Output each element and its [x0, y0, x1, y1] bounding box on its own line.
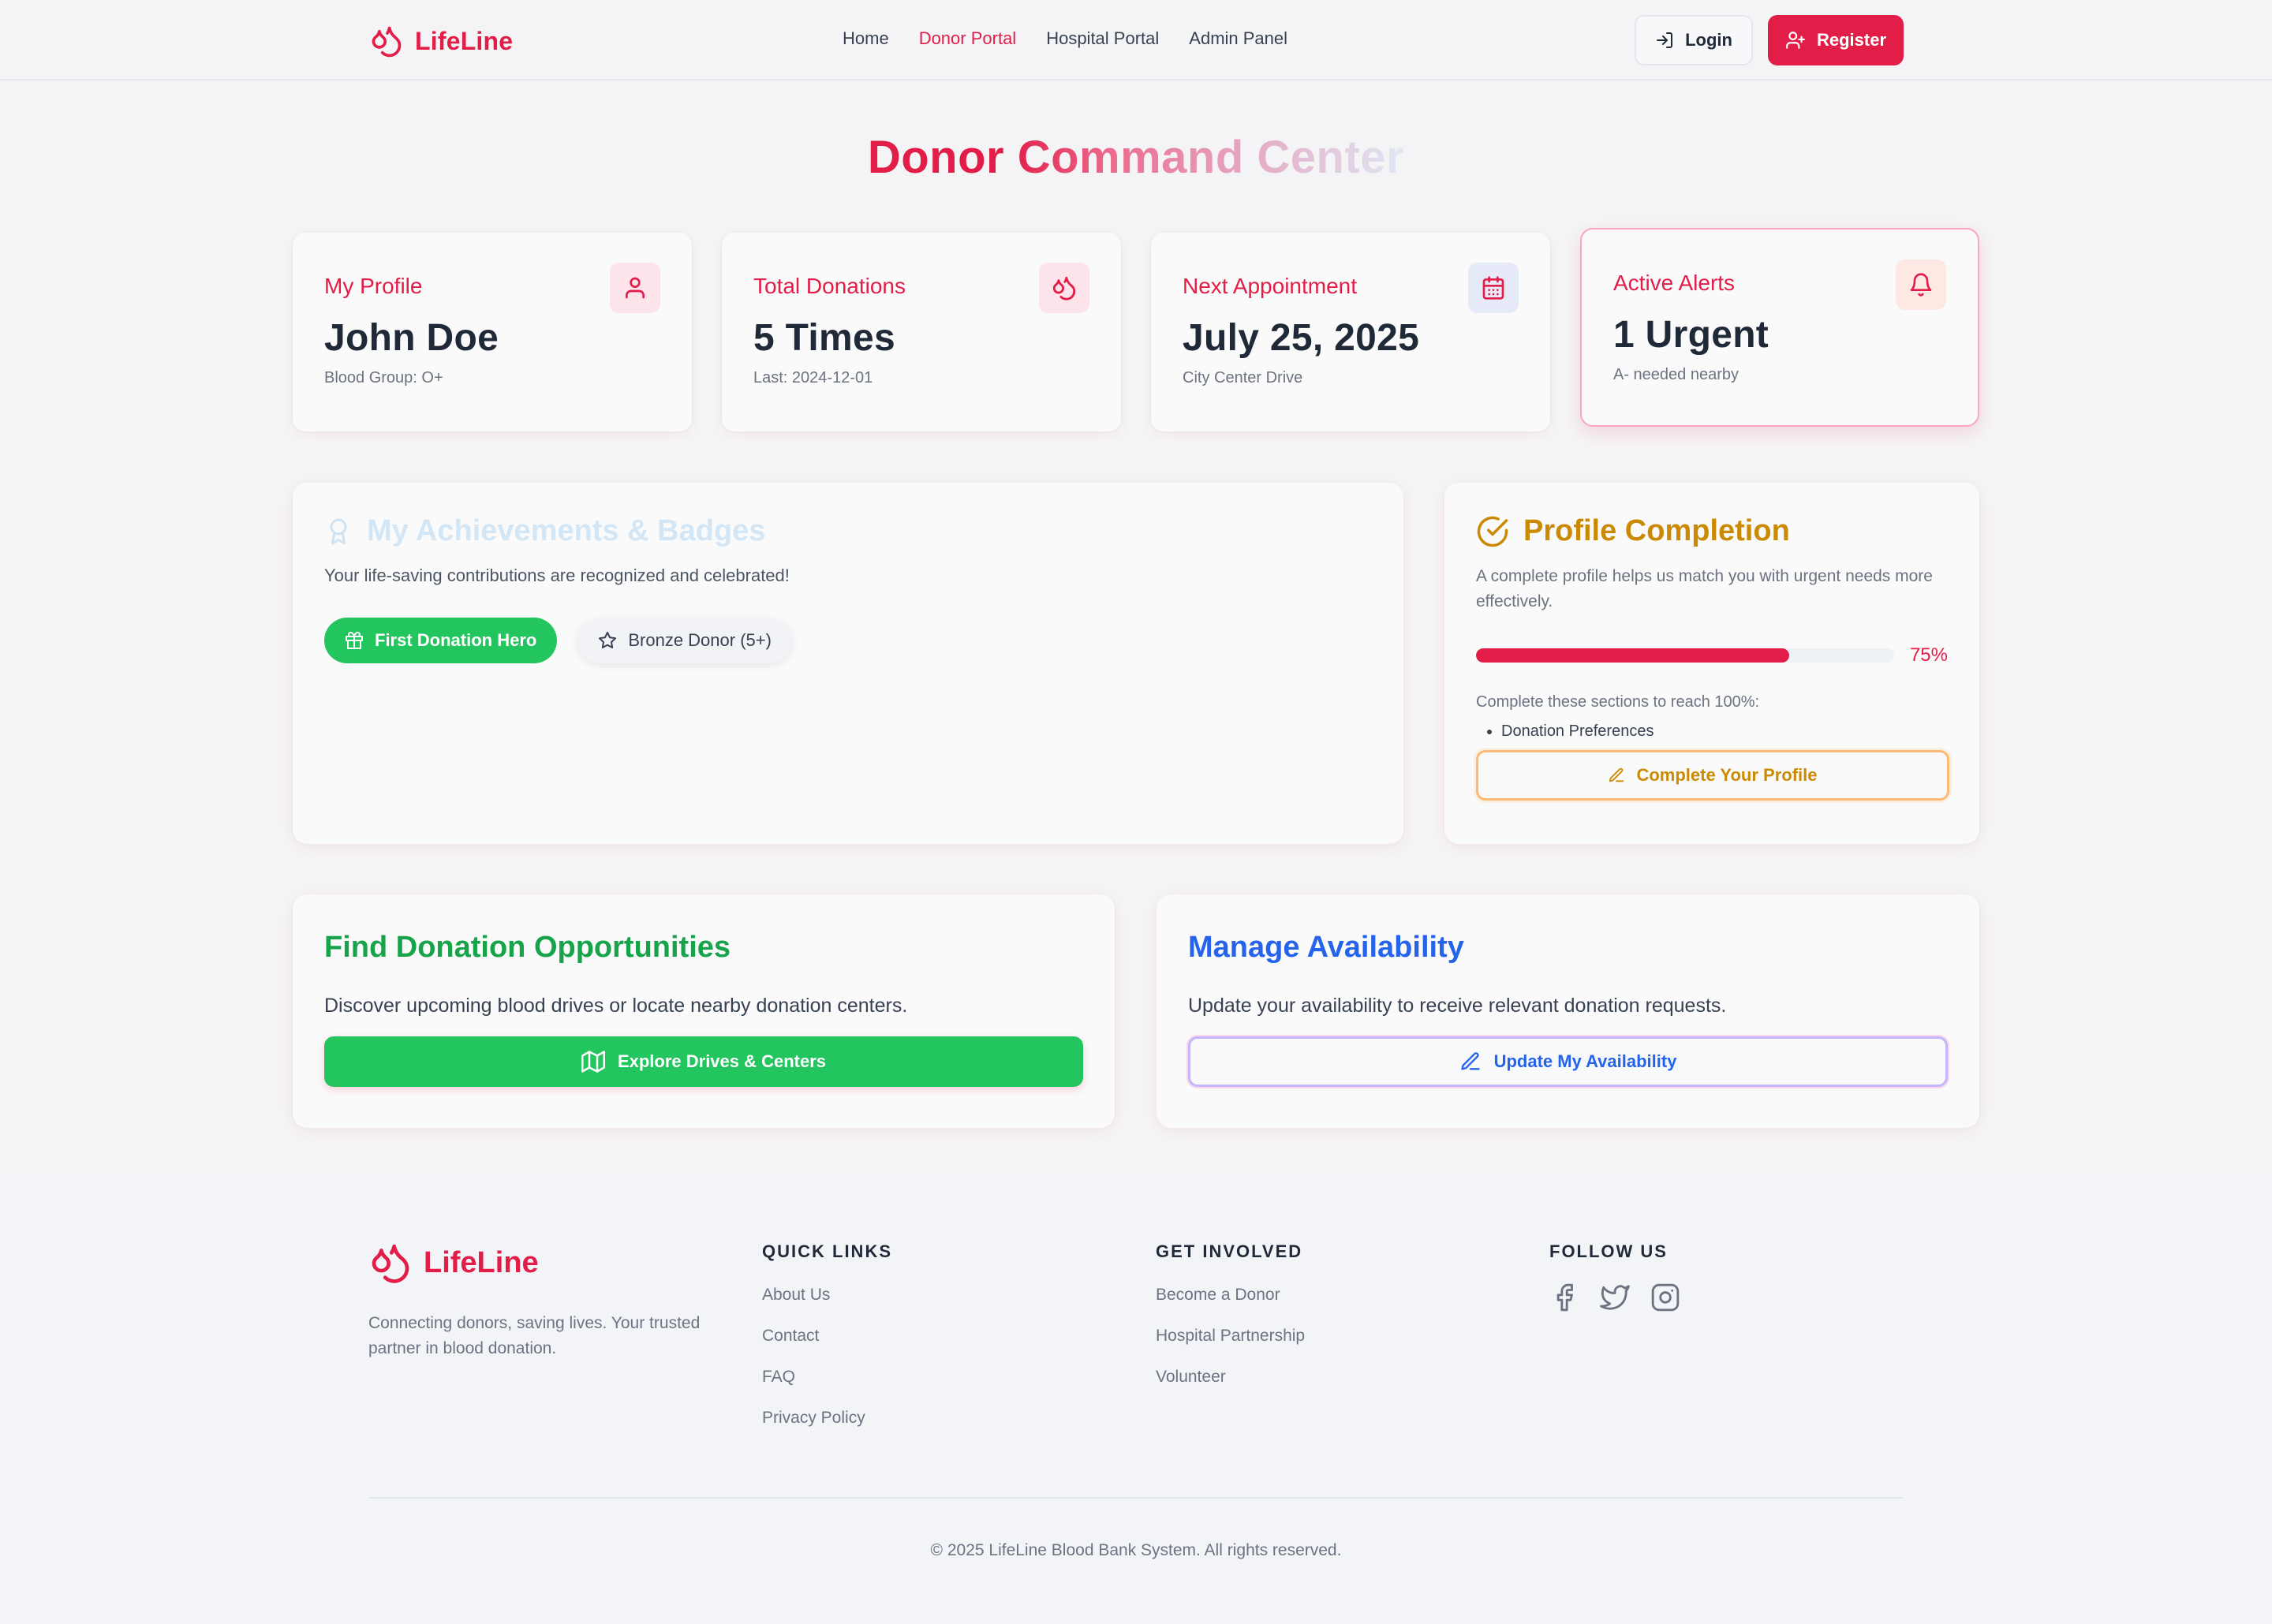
- login-label: Login: [1685, 30, 1732, 50]
- button-label: Complete Your Profile: [1636, 765, 1818, 785]
- award-icon: [324, 515, 353, 548]
- nav-link-hospital-portal[interactable]: Hospital Portal: [1046, 28, 1159, 49]
- footer-link-become-donor[interactable]: Become a Donor: [1156, 1286, 1305, 1305]
- achievements-panel: My Achievements & Badges Your life-savin…: [293, 483, 1403, 844]
- stat-value: July 25, 2025: [1183, 317, 1420, 359]
- check-circle-icon: [1476, 515, 1509, 548]
- profile-stat-card[interactable]: My Profile John Doe Blood Group: O+: [293, 233, 692, 431]
- footer-tagline: Connecting donors, saving lives. Your tr…: [368, 1314, 701, 1357]
- profile-completion-title: Profile Completion: [1523, 514, 1790, 547]
- top-nav: LifeLine Home Donor Portal Hospital Port…: [0, 0, 2272, 80]
- donations-stat-card[interactable]: Total Donations 5 Times Last: 2024-12-01: [722, 233, 1121, 431]
- button-label: Update My Availability: [1493, 1051, 1677, 1071]
- nav-link-home[interactable]: Home: [843, 28, 889, 49]
- manage-availability-panel: Manage Availability Update your availabi…: [1157, 894, 1979, 1128]
- map-icon: [581, 1050, 605, 1073]
- alerts-stat-card[interactable]: Active Alerts 1 Urgent A- needed nearby: [1580, 228, 1979, 427]
- availability-description: Update your availability to receive rele…: [1188, 995, 1727, 1017]
- get-involved-column: GET INVOLVED Become a Donor Hospital Par…: [1156, 1241, 1305, 1387]
- progress-fill: [1476, 648, 1790, 663]
- stat-subtext: A- needed nearby: [1613, 366, 1740, 383]
- brand-logo[interactable]: LifeLine: [369, 21, 513, 61]
- user-plus-icon: [1785, 30, 1806, 50]
- footer-link-privacy-policy[interactable]: Privacy Policy: [762, 1409, 892, 1428]
- nav-link-admin-panel[interactable]: Admin Panel: [1189, 28, 1287, 49]
- footer-link-volunteer[interactable]: Volunteer: [1156, 1368, 1305, 1387]
- footer: LifeLine Connecting donors, saving lives…: [0, 1178, 2272, 1624]
- column-heading: QUICK LINKS: [762, 1241, 892, 1261]
- pen-icon: [1459, 1051, 1482, 1073]
- progress-row: 75%: [1476, 644, 1948, 666]
- register-label: Register: [1816, 30, 1887, 50]
- brand-name: LifeLine: [415, 26, 514, 55]
- opportunities-description: Discover upcoming blood drives or locate…: [324, 995, 908, 1017]
- login-button[interactable]: Login: [1635, 15, 1753, 65]
- instagram-icon[interactable]: [1650, 1282, 1680, 1312]
- progress-bar: [1476, 648, 1894, 663]
- bell-icon: [1896, 259, 1946, 310]
- button-label: Explore Drives & Centers: [617, 1051, 827, 1071]
- log-in-icon: [1655, 31, 1674, 50]
- achievements-title: My Achievements & Badges: [367, 514, 766, 547]
- list-item: Donation Preferences: [1501, 722, 1948, 741]
- footer-link-about-us[interactable]: About Us: [762, 1286, 892, 1305]
- achievements-description: Your life-saving contributions are recog…: [324, 566, 790, 585]
- register-button[interactable]: Register: [1768, 15, 1904, 65]
- twitter-icon[interactable]: [1600, 1282, 1630, 1312]
- badge-first-donation-hero[interactable]: First Donation Hero: [324, 618, 558, 663]
- stat-subtext: Blood Group: O+: [324, 369, 443, 386]
- stat-subtext: City Center Drive: [1183, 369, 1303, 386]
- badge-label: Bronze Donor (5+): [628, 630, 772, 650]
- opportunities-title: Find Donation Opportunities: [324, 931, 731, 964]
- user-icon: [610, 263, 660, 313]
- social-links: [1549, 1282, 1680, 1312]
- footer-brand-name: LifeLine: [424, 1245, 539, 1279]
- blood-drops-icon: [368, 1240, 413, 1286]
- explore-drives-button[interactable]: Explore Drives & Centers: [324, 1036, 1083, 1087]
- footer-link-contact[interactable]: Contact: [762, 1327, 892, 1346]
- droplets-icon: [1039, 263, 1089, 313]
- quick-links-column: QUICK LINKS About Us Contact FAQ Privacy…: [762, 1241, 892, 1428]
- stat-subtext: Last: 2024-12-01: [753, 369, 873, 386]
- stat-value: 1 Urgent: [1613, 314, 1769, 356]
- appointment-stat-card[interactable]: Next Appointment July 25, 2025 City Cent…: [1151, 233, 1550, 431]
- update-availability-button[interactable]: Update My Availability: [1188, 1036, 1948, 1087]
- profile-completion-description: A complete profile helps us match you wi…: [1476, 567, 1933, 610]
- star-icon: [598, 631, 617, 650]
- blood-drops-icon: [369, 23, 404, 59]
- page-title: Donor Command Center: [867, 132, 1405, 183]
- footer-brand[interactable]: LifeLine: [368, 1240, 539, 1286]
- missing-sections-list: Donation Preferences: [1476, 722, 1948, 741]
- copyright-text: © 2025 LifeLine Blood Bank System. All r…: [930, 1541, 1342, 1559]
- badge-bronze-donor[interactable]: Bronze Donor (5+): [577, 618, 792, 663]
- calendar-icon: [1468, 263, 1519, 313]
- complete-profile-button[interactable]: Complete Your Profile: [1476, 750, 1949, 801]
- footer-link-faq[interactable]: FAQ: [762, 1368, 892, 1387]
- column-heading: GET INVOLVED: [1156, 1241, 1303, 1261]
- stat-value: John Doe: [324, 317, 499, 359]
- nav-link-donor-portal[interactable]: Donor Portal: [919, 28, 1017, 49]
- donation-opportunities-panel: Find Donation Opportunities Discover upc…: [293, 894, 1115, 1128]
- progress-percentage: 75%: [1909, 644, 1948, 666]
- column-heading: FOLLOW US: [1549, 1241, 1668, 1261]
- availability-title: Manage Availability: [1188, 931, 1464, 964]
- pencil-icon: [1608, 767, 1625, 784]
- follow-us-column: FOLLOW US: [1549, 1241, 1680, 1312]
- facebook-icon[interactable]: [1549, 1282, 1579, 1312]
- badge-label: First Donation Hero: [375, 630, 537, 650]
- profile-completion-panel: Profile Completion A complete profile he…: [1444, 483, 1979, 844]
- main-nav: Home Donor Portal Hospital Portal Admin …: [843, 28, 1287, 49]
- gift-icon: [345, 631, 364, 650]
- footer-link-hospital-partnership[interactable]: Hospital Partnership: [1156, 1327, 1305, 1346]
- stat-value: 5 Times: [753, 317, 895, 359]
- badge-list: First Donation Hero Bronze Donor (5+): [324, 618, 1372, 663]
- footer-divider: [368, 1497, 1904, 1499]
- completion-hint: Complete these sections to reach 100%:: [1476, 693, 1760, 711]
